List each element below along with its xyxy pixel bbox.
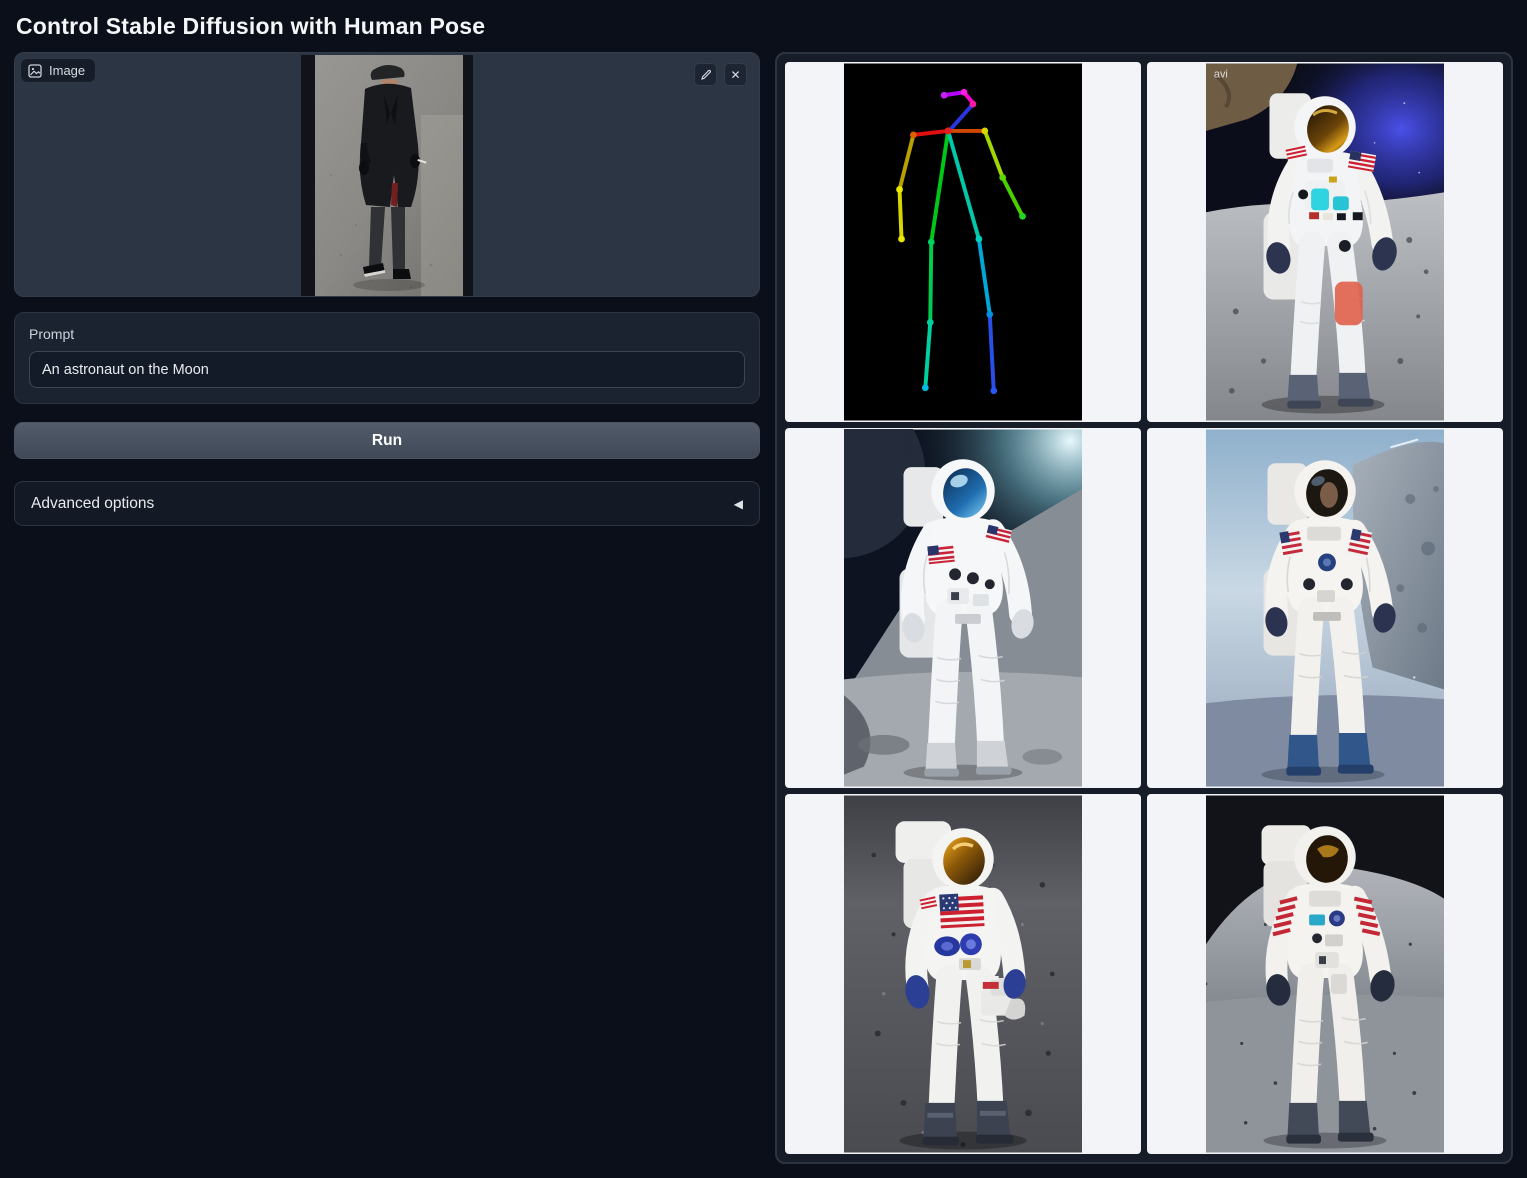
gallery-item-pose[interactable]	[785, 62, 1141, 422]
image-icon	[28, 64, 42, 78]
prompt-label: Prompt	[29, 326, 745, 342]
run-button[interactable]: Run	[14, 422, 760, 459]
clear-image-button[interactable]: ✕	[724, 63, 747, 86]
uploaded-image	[301, 55, 473, 296]
caret-left-icon: ◀	[734, 497, 743, 511]
gallery-item-astronaut-3[interactable]	[1147, 428, 1503, 788]
gallery-item-astronaut-2[interactable]	[785, 428, 1141, 788]
astronaut-image-2	[844, 429, 1082, 787]
image-label: Image	[49, 63, 85, 78]
advanced-options-accordion[interactable]: Advanced options ◀	[14, 481, 760, 526]
output-column: avi	[775, 52, 1513, 1164]
app-page: Control Stable Diffusion with Human Pose…	[0, 0, 1527, 1164]
input-column: Image ✕	[14, 52, 760, 526]
gallery-item-astronaut-5[interactable]	[1147, 794, 1503, 1154]
main-layout: Image ✕	[14, 52, 1513, 1164]
gallery-item-astronaut-1[interactable]: avi	[1147, 62, 1503, 422]
astronaut-image-4	[844, 795, 1082, 1153]
advanced-options-label: Advanced options	[31, 495, 154, 513]
pose-skeleton-image	[844, 63, 1082, 421]
uploaded-image-art	[301, 55, 473, 296]
image-upload-component[interactable]: Image ✕	[14, 52, 760, 297]
astronaut-image-1: avi	[1206, 63, 1444, 421]
image-actions: ✕	[694, 63, 747, 86]
gallery-item-astronaut-4[interactable]	[785, 794, 1141, 1154]
prompt-input[interactable]	[29, 351, 745, 388]
image-label-badge: Image	[20, 58, 96, 83]
output-gallery: avi	[775, 52, 1513, 1164]
close-icon: ✕	[730, 68, 740, 82]
watermark-text: avi	[1214, 68, 1228, 80]
pencil-icon	[700, 69, 712, 81]
astronaut-image-3	[1206, 429, 1444, 787]
edit-image-button[interactable]	[694, 63, 717, 86]
astronaut-image-5	[1206, 795, 1444, 1153]
page-title: Control Stable Diffusion with Human Pose	[14, 0, 1513, 52]
prompt-block: Prompt	[14, 312, 760, 404]
